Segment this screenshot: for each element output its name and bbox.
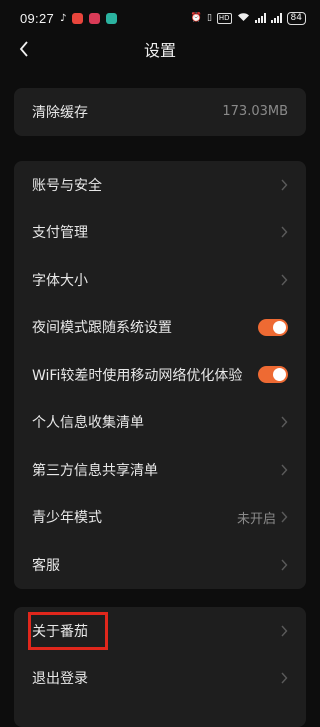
status-time: 09:27: [20, 10, 55, 26]
settings-item-row[interactable]: 夜间模式跟随系统设置: [14, 304, 306, 352]
cache-card: 清除缓存 173.03MB: [14, 88, 306, 136]
settings-item-row[interactable]: 支付管理: [14, 209, 306, 257]
settings-item-row-label: 客服: [32, 557, 60, 574]
clear-cache-row[interactable]: 清除缓存 173.03MB: [14, 88, 306, 136]
account-item-row[interactable]: 退出登录: [14, 655, 306, 703]
settings-item-row[interactable]: WiFi较差时使用移动网络优化体验: [14, 351, 306, 399]
settings-item-row[interactable]: 个人信息收集清单: [14, 399, 306, 447]
settings-item-row-label: 夜间模式跟随系统设置: [32, 320, 172, 337]
battery-icon: 84: [286, 11, 306, 25]
settings-item-row-label: 青少年模式: [32, 510, 102, 527]
chevron-right-icon: [281, 625, 288, 637]
signal-icon: [254, 13, 266, 23]
row-value: 未开启: [236, 511, 276, 527]
settings-item-row-label: 第三方信息共享清单: [32, 462, 158, 479]
chevron-right-icon: [281, 672, 288, 684]
account-item-row-label: 退出登录: [32, 671, 88, 688]
toggle-switch[interactable]: [258, 366, 288, 384]
chevron-right-icon: [281, 511, 288, 523]
account-item-row[interactable]: 关于番茄: [14, 607, 306, 655]
chevron-right-icon: [281, 559, 288, 571]
clear-cache-label: 清除缓存: [32, 104, 88, 121]
settings-item-row-label: WiFi较差时使用移动网络优化体验: [32, 367, 243, 384]
chevron-right-icon: [281, 416, 288, 428]
settings-item-row[interactable]: 第三方信息共享清单: [14, 446, 306, 494]
account-card: 关于番茄 退出登录: [14, 607, 306, 727]
alarm-icon: ⏰: [190, 13, 202, 23]
settings-item-row-label: 账号与安全: [32, 177, 102, 194]
settings-item-row[interactable]: 青少年模式 未开启: [14, 494, 306, 542]
hd-icon: HD: [216, 12, 232, 24]
settings-item-row[interactable]: 字体大小: [14, 256, 306, 304]
toggle-switch[interactable]: [258, 318, 288, 336]
app-icon-red: [72, 12, 84, 24]
settings-card: 账号与安全支付管理字体大小夜间模式跟随系统设置 WiFi较差时使用移动网络优化体验…: [14, 161, 306, 589]
chevron-right-icon: [281, 464, 288, 476]
account-item-row-label: 关于番茄: [32, 623, 88, 640]
settings-item-row-label: 个人信息收集清单: [32, 415, 144, 432]
settings-item-row[interactable]: 客服: [14, 541, 306, 589]
nav-bar: 设置: [0, 36, 320, 62]
vibrate-icon: ▯: [206, 13, 212, 23]
wifi-icon: [237, 12, 250, 25]
app-icon-teal: [106, 12, 118, 24]
tiktok-icon: ♪: [60, 12, 67, 24]
chevron-right-icon: [281, 226, 288, 238]
settings-item-row[interactable]: 账号与安全: [14, 161, 306, 209]
back-arrow-icon: [19, 41, 28, 57]
status-bar: 09:27 ♪ ⏰ ▯ HD 84: [0, 0, 320, 36]
chevron-right-icon: [281, 179, 288, 191]
signal-icon-2: [270, 13, 282, 23]
settings-item-row-label: 支付管理: [32, 225, 88, 242]
chevron-right-icon: [281, 274, 288, 286]
back-button[interactable]: [14, 36, 34, 62]
settings-item-row-label: 字体大小: [32, 272, 88, 289]
cache-size-value: 173.03MB: [222, 104, 288, 120]
page-title: 设置: [143, 41, 176, 60]
app-icon-red2: [89, 12, 101, 24]
